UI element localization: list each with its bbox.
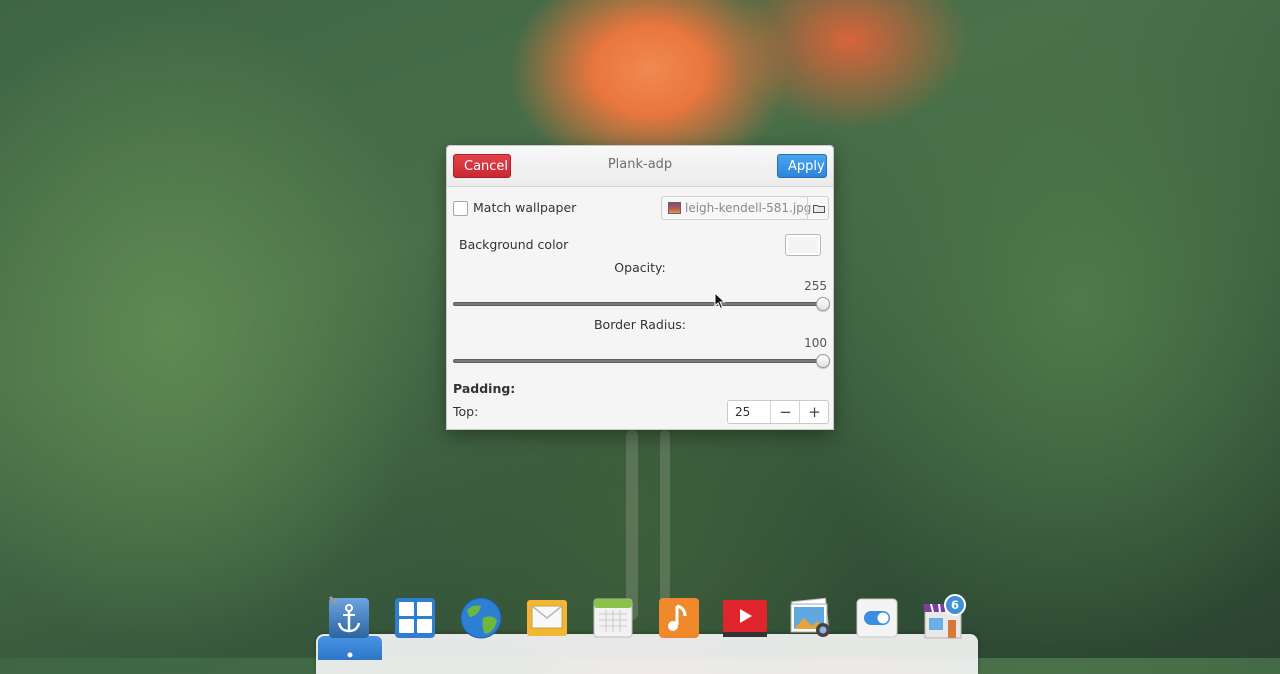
padding-top-spinbutton[interactable]: 25 − +: [727, 400, 829, 424]
plank-anchor-icon[interactable]: [327, 596, 371, 640]
opacity-label: Opacity:: [614, 260, 666, 275]
dialog-title: Plank-adp: [607, 157, 673, 172]
wallpaper-file-chooser[interactable]: leigh-kendell-581.jpg: [661, 196, 829, 220]
opacity-value: 255: [804, 279, 827, 293]
match-wallpaper-label: Match wallpaper: [473, 200, 577, 215]
background-color-label: Background color: [459, 237, 569, 252]
border-radius-value: 100: [804, 336, 827, 350]
plank-adp-dialog: Cancel Plank-adp Apply Match wallpaper l…: [446, 145, 834, 430]
wallpaper-stem: [626, 430, 638, 620]
file-chooser-divider: [807, 197, 808, 219]
background-color-button[interactable]: [785, 234, 821, 256]
mouse-cursor-icon: [714, 292, 726, 310]
update-count-badge: 6: [944, 594, 966, 616]
multitasking-view-icon[interactable]: [393, 596, 437, 640]
decrement-button[interactable]: −: [770, 401, 800, 423]
border-radius-label: Border Radius:: [593, 317, 686, 332]
apply-button[interactable]: Apply: [777, 154, 827, 178]
folder-icon[interactable]: [813, 204, 825, 213]
web-browser-icon[interactable]: [459, 596, 503, 640]
border-radius-slider[interactable]: [453, 359, 827, 363]
plank-dock: [316, 634, 978, 674]
padding-heading: Padding:: [453, 381, 516, 396]
wallpaper-stem: [660, 430, 670, 620]
match-wallpaper-checkbox[interactable]: [453, 201, 468, 216]
image-file-icon: [668, 202, 681, 214]
border-radius-slider-knob[interactable]: [816, 354, 830, 368]
photos-icon[interactable]: [789, 596, 833, 640]
padding-top-label: Top:: [453, 404, 479, 419]
mail-icon[interactable]: [525, 596, 569, 640]
padding-top-value[interactable]: 25: [735, 405, 750, 419]
opacity-slider[interactable]: [453, 302, 827, 306]
calendar-icon[interactable]: [591, 596, 635, 640]
wallpaper-file-name: leigh-kendell-581.jpg: [685, 201, 812, 215]
increment-button[interactable]: +: [799, 401, 829, 423]
system-settings-icon[interactable]: [855, 596, 899, 640]
music-icon[interactable]: [657, 596, 701, 640]
opacity-slider-knob[interactable]: [816, 297, 830, 311]
videos-icon[interactable]: [723, 596, 767, 640]
dialog-titlebar: Cancel Plank-adp Apply: [447, 146, 833, 187]
